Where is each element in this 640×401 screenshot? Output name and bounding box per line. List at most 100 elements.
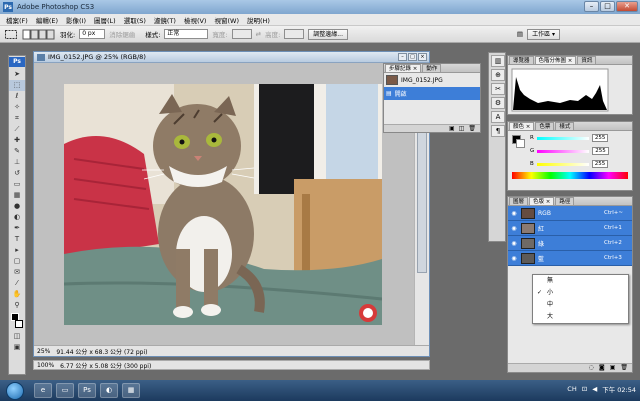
taskbar-folder-icon[interactable]: ▭ — [56, 383, 74, 398]
taskbar-ie-icon[interactable]: e — [34, 383, 52, 398]
doc-close-button[interactable]: × — [418, 53, 427, 61]
notes-tool-icon[interactable]: ✉ — [9, 267, 25, 278]
gradient-tool-icon[interactable]: ▦ — [9, 190, 25, 201]
background-color[interactable] — [15, 320, 23, 328]
tray-volume-icon[interactable]: ◀ — [592, 385, 597, 393]
workspace-button[interactable]: 工作區 ▾ — [527, 28, 560, 40]
palette-well-icon[interactable]: ▤ — [517, 30, 523, 38]
selection-mode-icons[interactable] — [22, 29, 56, 40]
history-step-open[interactable]: ▤ 開啟 — [384, 87, 480, 100]
move-tool-icon[interactable]: ➤ — [9, 69, 25, 80]
quick-mask-icon[interactable]: ◫ — [9, 331, 25, 342]
value-b[interactable]: 255 — [591, 160, 609, 168]
hand-tool-icon[interactable]: ✋ — [9, 289, 25, 300]
taskbar-app2-icon[interactable]: ▦ — [122, 383, 140, 398]
lasso-tool-icon[interactable]: ℓ — [9, 91, 25, 102]
menu-filter[interactable]: 濾鏡(T) — [154, 15, 176, 25]
start-button[interactable] — [6, 381, 24, 400]
history-snapshot[interactable]: IMG_0152.JPG — [384, 73, 480, 87]
slider-b[interactable] — [536, 162, 589, 166]
style-select[interactable]: 正常 — [164, 29, 209, 39]
blur-tool-icon[interactable]: ● — [9, 201, 25, 212]
menu-edit[interactable]: 編輯(E) — [36, 15, 58, 25]
taskbar-photoshop-icon[interactable]: Ps — [78, 383, 96, 398]
value-r[interactable]: 255 — [591, 134, 609, 142]
tab-actions[interactable]: 動作 — [422, 64, 442, 72]
load-selection-icon[interactable]: ◌ — [589, 364, 594, 372]
tab-channels[interactable]: 色版 × — [529, 197, 555, 205]
swap-icon[interactable]: ⇄ — [256, 30, 261, 38]
pen-tool-icon[interactable]: ✒ — [9, 223, 25, 234]
menu-select[interactable]: 選取(S) — [124, 15, 146, 25]
doc-maximize-button[interactable]: □ — [408, 53, 417, 61]
delete-icon[interactable]: 🗑 — [468, 125, 476, 132]
slider-r[interactable] — [536, 136, 589, 140]
dock-paragraph-icon[interactable]: ¶ — [491, 125, 505, 137]
menu-image[interactable]: 影像(I) — [66, 15, 86, 25]
delete-channel-icon[interactable]: 🗑 — [620, 364, 628, 372]
healing-brush-icon[interactable]: ✚ — [9, 135, 25, 146]
minimize-button[interactable]: – — [584, 1, 599, 12]
menu-file[interactable]: 檔案(F) — [6, 15, 28, 25]
save-selection-icon[interactable]: ◙ — [599, 364, 605, 372]
close-button[interactable]: ✕ — [616, 1, 638, 12]
brush-tool-icon[interactable]: ✎ — [9, 146, 25, 157]
zoom-tool-icon[interactable]: ⚲ — [9, 300, 25, 311]
tab-navigator[interactable]: 導覽器 — [509, 56, 534, 64]
slider-g[interactable] — [537, 149, 590, 153]
language-indicator[interactable]: CH — [567, 385, 576, 393]
width-input[interactable] — [231, 29, 252, 39]
new-snapshot-icon[interactable]: ◫ — [459, 125, 465, 132]
visibility-eye-icon[interactable]: ◉ — [510, 240, 518, 247]
tab-color[interactable]: 顏色 × — [509, 122, 535, 130]
visibility-eye-icon[interactable]: ◉ — [510, 210, 518, 217]
clock[interactable]: 下午 02:54 — [602, 384, 636, 394]
feather-input[interactable]: 0 px — [79, 29, 106, 39]
status-zoom[interactable]: 100% — [37, 362, 54, 369]
channel-row-rgb[interactable]: ◉ RGB Ctrl+~ — [508, 206, 632, 221]
visibility-eye-icon[interactable]: ◉ — [510, 225, 518, 232]
magic-wand-icon[interactable]: ✧ — [9, 102, 25, 113]
menu-item-small[interactable]: ✓ 小 — [533, 287, 628, 299]
tab-styles[interactable]: 樣式 — [555, 122, 575, 130]
value-g[interactable]: 255 — [592, 147, 609, 155]
marquee-tool-icon[interactable]: ⬚ — [9, 80, 25, 91]
bg-color-chip[interactable] — [516, 139, 525, 148]
history-brush-icon[interactable]: ↺ — [9, 168, 25, 179]
doc-zoom[interactable]: 25% — [37, 348, 50, 355]
path-select-icon[interactable]: ▸ — [9, 245, 25, 256]
height-input[interactable] — [284, 29, 305, 39]
type-tool-icon[interactable]: T — [9, 234, 25, 245]
tab-histogram[interactable]: 色階分佈圖 × — [534, 56, 577, 64]
dock-brushes-icon[interactable]: ▥ — [491, 55, 505, 67]
dock-layer-comps-icon[interactable]: ✂ — [491, 83, 505, 95]
new-document-icon[interactable]: ▣ — [449, 125, 455, 132]
tray-network-icon[interactable]: ⊡ — [582, 385, 587, 393]
screen-mode-icon[interactable]: ▣ — [9, 342, 25, 353]
tab-history[interactable]: 步驟記錄 × — [385, 64, 422, 72]
refine-edge-button[interactable]: 調整邊緣... — [308, 28, 348, 40]
menu-item-large[interactable]: 大 — [533, 311, 628, 323]
channel-row-green[interactable]: ◉ 綠 Ctrl+2 — [508, 236, 632, 251]
dock-tool-presets-icon[interactable]: ⊕ — [491, 69, 505, 81]
shape-tool-icon[interactable]: ▢ — [9, 256, 25, 267]
menu-item-medium[interactable]: 中 — [533, 299, 628, 311]
clone-stamp-icon[interactable]: ⊥ — [9, 157, 25, 168]
tab-info[interactable]: 資訊 — [577, 56, 597, 64]
new-channel-icon[interactable]: ▣ — [610, 364, 616, 372]
visibility-eye-icon[interactable]: ◉ — [510, 255, 518, 262]
marquee-tool-icon[interactable] — [4, 29, 18, 40]
photo-canvas[interactable] — [64, 84, 382, 325]
eraser-tool-icon[interactable]: ▭ — [9, 179, 25, 190]
menu-view[interactable]: 檢視(V) — [184, 15, 207, 25]
tab-paths[interactable]: 路徑 — [555, 197, 575, 205]
menu-help[interactable]: 說明(H) — [247, 15, 270, 25]
tab-swatches[interactable]: 色票 — [535, 122, 555, 130]
slice-tool-icon[interactable]: ⟋ — [9, 124, 25, 135]
tab-layers[interactable]: 圖層 — [509, 197, 529, 205]
document-title-bar[interactable]: IMG_0152.JPG @ 25% (RGB/8) – □ × — [34, 52, 429, 63]
antialias-checkbox[interactable]: 消除鋸齒 — [109, 29, 135, 39]
channel-row-red[interactable]: ◉ 紅 Ctrl+1 — [508, 221, 632, 236]
eyedropper-icon[interactable]: ⁄ — [9, 278, 25, 289]
maximize-button[interactable]: □ — [600, 1, 615, 12]
